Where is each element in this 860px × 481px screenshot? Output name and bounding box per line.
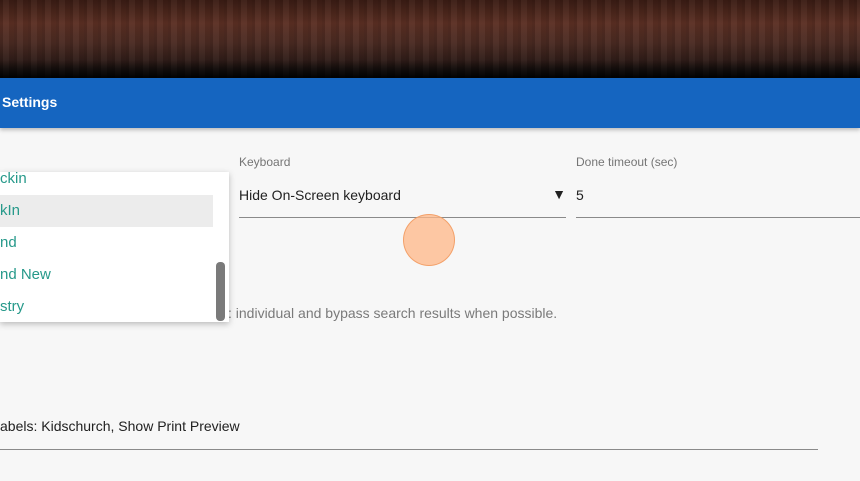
list-item[interactable]: stry [0,291,213,322]
dropdown-popup-list: ckin kIn nd nd New stry [0,172,229,322]
popup-scrollbar[interactable] [216,262,225,321]
list-item-selected[interactable]: kIn [0,195,213,227]
keyboard-label: Keyboard [239,155,291,169]
done-timeout-value: 5 [576,187,584,203]
photo-shadow [0,60,860,78]
keyboard-select[interactable]: Hide On-Screen keyboard ▼ [239,180,566,218]
keyboard-select-value: Hide On-Screen keyboard [239,187,401,203]
app-bar: Settings [0,78,860,128]
list-item[interactable]: ckin [0,172,213,195]
page-title: Settings [2,94,58,110]
list-item[interactable]: nd New [0,259,213,291]
print-settings-text: abels: Kidschurch, Show Print Preview [0,418,240,434]
done-timeout-input[interactable]: 5 [576,180,860,218]
print-settings-field[interactable]: abels: Kidschurch, Show Print Preview [0,418,818,450]
touch-indicator [403,214,455,266]
search-hint-text: : individual and bypass search results w… [228,305,558,321]
chevron-down-icon[interactable]: ▼ [552,186,566,202]
done-timeout-label: Done timeout (sec) [576,155,678,169]
list-item[interactable]: nd [0,227,213,259]
